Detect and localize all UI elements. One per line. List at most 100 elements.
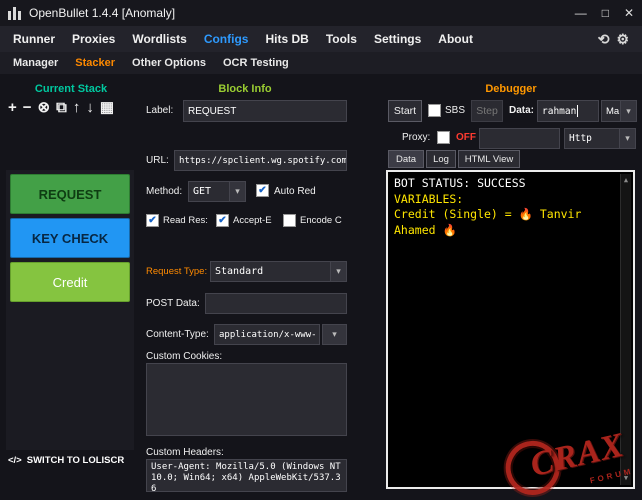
- remove-block-icon[interactable]: −: [23, 98, 32, 118]
- configs-submenu: Manager Stacker Other Options OCR Testin…: [0, 52, 642, 74]
- scroll-down-icon[interactable]: ▼: [624, 474, 628, 483]
- proxy-type-dropdown[interactable]: Http ▾: [564, 128, 636, 149]
- content-type-label: Content-Type:: [146, 329, 209, 340]
- titlebar: OpenBullet 1.4.4 [Anomaly] — □ ✕: [0, 0, 642, 26]
- custom-headers-label: Custom Headers:: [146, 447, 224, 458]
- debugger-header: Debugger: [386, 83, 636, 95]
- block-label-input[interactable]: REQUEST: [183, 100, 347, 122]
- chevron-down-icon: ▾: [330, 262, 346, 281]
- encode-content-label: Encode C: [300, 215, 342, 226]
- minimize-button[interactable]: —: [575, 0, 587, 26]
- tab-data[interactable]: Data: [388, 150, 424, 168]
- content-type-dropdown[interactable]: ▾: [322, 324, 347, 345]
- menu-hitsdb[interactable]: Hits DB: [265, 32, 308, 46]
- custom-headers-textarea[interactable]: User-Agent: Mozilla/5.0 (Windows NT 10.0…: [146, 459, 347, 492]
- step-button[interactable]: Step: [471, 100, 503, 122]
- stack-toolbar: + − ⊗ ⧉ ↑ ↓ ▦: [8, 98, 114, 118]
- chevron-down-icon: ▾: [229, 182, 245, 201]
- debugger-output: BOT STATUS: SUCCESS VARIABLES: Credit (S…: [386, 170, 635, 489]
- proxy-label: Proxy:: [402, 132, 430, 143]
- submenu-stacker[interactable]: Stacker: [75, 57, 115, 69]
- method-label: Method:: [146, 186, 182, 197]
- menu-tools[interactable]: Tools: [326, 32, 357, 46]
- url-label: URL:: [146, 155, 169, 166]
- accept-encoding-label: Accept-E: [233, 215, 272, 226]
- proxy-status-badge: OFF: [456, 132, 476, 143]
- custom-cookies-textarea[interactable]: [146, 363, 347, 436]
- stack-block-request[interactable]: REQUEST: [10, 174, 130, 214]
- encode-content-checkbox[interactable]: [283, 214, 296, 227]
- submenu-manager[interactable]: Manager: [13, 57, 58, 69]
- switch-label: SWITCH TO LOLISCR: [27, 455, 124, 466]
- custom-cookies-label: Custom Cookies:: [146, 351, 222, 362]
- clone-block-icon[interactable]: ⧉: [56, 98, 67, 118]
- proxy-checkbox[interactable]: [437, 131, 450, 144]
- proxy-type-value: Http: [565, 129, 619, 148]
- code-icon: </>: [8, 455, 22, 466]
- tab-html-view[interactable]: HTML View: [458, 150, 520, 168]
- wordlist-type-value: Ma:: [602, 101, 620, 121]
- method-dropdown[interactable]: GET ▾: [188, 181, 246, 202]
- accept-encoding-checkbox[interactable]: ✔: [216, 214, 229, 227]
- add-block-icon[interactable]: +: [8, 98, 17, 118]
- bot-status-line: BOT STATUS: SUCCESS: [394, 176, 615, 192]
- text-caret: [577, 105, 578, 117]
- method-value: GET: [189, 182, 229, 201]
- request-type-value: Standard: [211, 262, 330, 281]
- history-icon[interactable]: ⟲: [598, 31, 610, 48]
- clear-stack-icon[interactable]: ⊗: [38, 98, 51, 118]
- menu-runner[interactable]: Runner: [13, 32, 55, 46]
- url-input[interactable]: https://spclient.wg.spotify.com,: [174, 150, 347, 171]
- label-field-label: Label:: [146, 105, 173, 116]
- gear-icon[interactable]: ⚙: [616, 31, 629, 48]
- block-info-header: Block Info: [140, 83, 350, 95]
- variables-line: VARIABLES:: [394, 192, 615, 208]
- tab-log[interactable]: Log: [426, 150, 456, 168]
- data-value: rahman: [542, 106, 576, 117]
- menu-configs[interactable]: Configs: [204, 32, 249, 46]
- submenu-other-options[interactable]: Other Options: [132, 57, 206, 69]
- post-data-label: POST Data:: [146, 298, 200, 309]
- capture-line: Credit (Single) = 🔥 Tanvir Ahamed 🔥: [394, 207, 615, 238]
- menu-settings[interactable]: Settings: [374, 32, 421, 46]
- openbullet-logo-icon: [8, 6, 21, 20]
- check-icon: ✔: [218, 216, 226, 226]
- check-icon: ✔: [258, 186, 266, 196]
- data-label: Data:: [509, 105, 534, 116]
- post-data-input[interactable]: [205, 293, 347, 314]
- content-type-input[interactable]: application/x-www-: [214, 324, 320, 345]
- read-response-label: Read Res:: [163, 215, 208, 226]
- switch-to-loliscript-button[interactable]: </> SWITCH TO LOLISCR: [8, 455, 124, 466]
- request-type-label: Request Type:: [146, 266, 207, 277]
- openbullet-window: OpenBullet 1.4.4 [Anomaly] — □ ✕ Runner …: [0, 0, 642, 500]
- stack-block-keycheck[interactable]: KEY CHECK: [10, 218, 130, 258]
- scroll-up-icon[interactable]: ▲: [624, 176, 628, 185]
- current-stack-header: Current Stack: [6, 83, 136, 95]
- main-menu: Runner Proxies Wordlists Configs Hits DB…: [0, 26, 642, 52]
- submenu-ocr-testing[interactable]: OCR Testing: [223, 57, 289, 69]
- output-scrollbar[interactable]: ▲ ▼: [620, 174, 631, 485]
- window-title: OpenBullet 1.4.4 [Anomaly]: [29, 6, 175, 20]
- read-response-checkbox[interactable]: ✔: [146, 214, 159, 227]
- sbs-label: SBS: [445, 105, 465, 116]
- maximize-button[interactable]: □: [602, 0, 609, 26]
- move-up-icon[interactable]: ↑: [73, 98, 81, 118]
- menu-wordlists[interactable]: Wordlists: [132, 32, 186, 46]
- menu-proxies[interactable]: Proxies: [72, 32, 115, 46]
- proxy-input[interactable]: [479, 128, 560, 149]
- move-down-icon[interactable]: ↓: [86, 98, 94, 118]
- chevron-down-icon: ▾: [323, 325, 346, 344]
- debugger-data-input[interactable]: rahman: [537, 100, 599, 122]
- auto-redirect-label: Auto Red: [274, 186, 316, 197]
- save-config-icon[interactable]: ▦: [100, 98, 114, 118]
- auto-redirect-checkbox[interactable]: ✔: [256, 184, 269, 197]
- sbs-checkbox[interactable]: [428, 104, 441, 117]
- chevron-down-icon: ▾: [620, 101, 636, 121]
- request-type-dropdown[interactable]: Standard ▾: [210, 261, 347, 282]
- wordlist-type-dropdown[interactable]: Ma: ▾: [601, 100, 637, 122]
- menu-about[interactable]: About: [438, 32, 473, 46]
- check-icon: ✔: [148, 216, 156, 226]
- start-button[interactable]: Start: [388, 100, 422, 122]
- close-button[interactable]: ✕: [624, 0, 634, 26]
- stack-block-credit[interactable]: Credit: [10, 262, 130, 302]
